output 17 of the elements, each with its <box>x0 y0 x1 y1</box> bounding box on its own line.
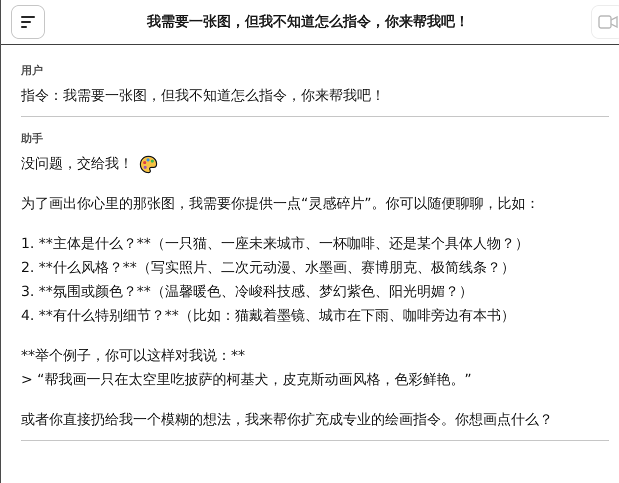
message-text: 3. **氛围或颜色？**（温馨暖色、冷峻科技感、梦幻紫色、阳光明媚？） <box>21 283 473 302</box>
chat-title: 我需要一张图，但我不知道怎么指令，你来帮我吧！ <box>146 13 470 31</box>
palette-icon <box>139 154 158 174</box>
message-text: 或者你直接扔给我一个模糊的想法，我来帮你扩充成专业的绘画指令。你想画点什么？ <box>21 411 553 430</box>
message-text: 2. **什么风格？**（写实照片、二次元动漫、水墨画、赛博朋克、极简线条？） <box>21 259 515 278</box>
message-text: 指令：我需要一张图，但我不知道怎么指令，你来帮我吧！ <box>21 87 385 106</box>
message-text: **举个例子，你可以这样对我说：** <box>21 347 245 366</box>
message-text: 为了画出你心里的那张图，我需要你提供一点“灵感碎片”。你可以随便聊聊，比如： <box>21 195 540 214</box>
message-text: 没问题，交给我！ <box>21 155 133 174</box>
video-camera-icon <box>598 15 618 29</box>
menu-button[interactable] <box>11 5 45 39</box>
message-text: 4. **有什么特别细节？**（比如：猫戴着墨镜、城市在下雨、咖啡旁边有本书） <box>21 307 515 326</box>
message-text: 1. **主体是什么？**（一只猫、一座未来城市、一杯咖啡、还是某个具体人物？） <box>21 235 529 254</box>
message-text: > “帮我画一只在太空里吃披萨的柯基犬，皮克斯动画风格，色彩鲜艳。” <box>21 371 472 390</box>
message-role-label: 用户 <box>21 63 44 78</box>
message-role-label: 助手 <box>21 131 44 146</box>
menu-icon <box>20 16 36 28</box>
